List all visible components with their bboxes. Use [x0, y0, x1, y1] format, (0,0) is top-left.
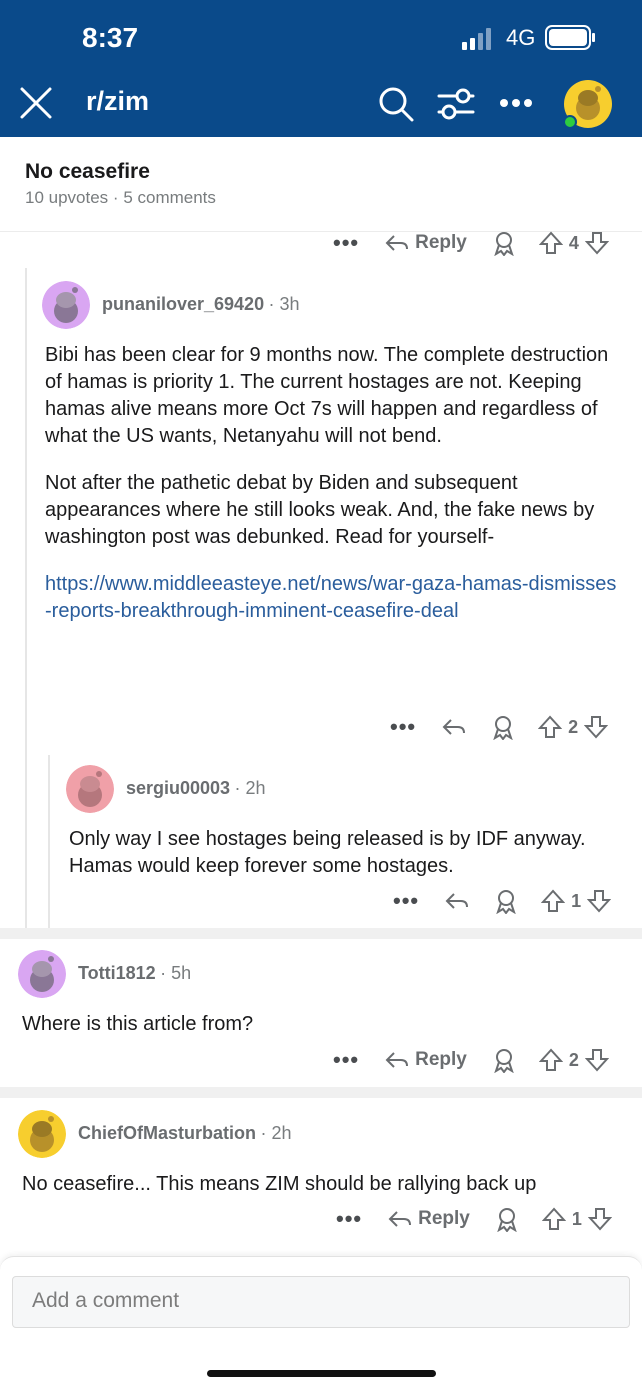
comment-age: 3h [279, 294, 300, 314]
more-icon[interactable] [499, 98, 533, 108]
subreddit-title[interactable]: r/zim [86, 86, 149, 117]
award-icon[interactable] [491, 230, 517, 256]
comment-age: 5h [171, 963, 192, 983]
comment-input-placeholder[interactable]: Add a comment [32, 1289, 179, 1313]
downvote-icon[interactable] [584, 231, 609, 255]
upvote-icon[interactable] [541, 889, 566, 913]
meta-separator: · [112, 188, 124, 207]
reply-icon [388, 1211, 412, 1227]
comment-age: 2h [245, 778, 266, 798]
vote-count: 4 [568, 232, 579, 253]
downvote-icon[interactable] [587, 1207, 612, 1231]
more-icon[interactable]: ••• [333, 230, 359, 256]
comment-actions: ••• Reply 1 [336, 1204, 612, 1234]
more-icon[interactable]: ••• [390, 714, 416, 740]
more-icon[interactable]: ••• [333, 1047, 359, 1073]
reply-label: Reply [415, 1049, 467, 1070]
comment-meta: Totti1812 · 5h [78, 963, 191, 984]
post-meta: 10 upvotes · 5 comments [25, 188, 216, 208]
comment-meta: punanilover_69420 · 3h [102, 294, 300, 315]
reply-button[interactable]: Reply [385, 232, 467, 254]
upvote-icon[interactable] [538, 1048, 563, 1072]
comment-actions: ••• 2 [390, 712, 609, 742]
avatar[interactable] [66, 765, 114, 813]
meta-separator: · [268, 294, 280, 314]
downvote-icon[interactable] [584, 715, 609, 739]
award-icon[interactable] [491, 1047, 517, 1073]
comment-actions: ••• 1 [393, 886, 612, 916]
vote-count: 1 [571, 1208, 582, 1229]
status-time: 8:37 [82, 22, 139, 53]
reply-icon [385, 235, 409, 251]
comment-paragraph: Not after the pathetic debat by Biden an… [45, 472, 595, 548]
username[interactable]: Totti1812 [78, 963, 156, 983]
meta-separator: · [260, 1123, 272, 1143]
username[interactable]: ChiefOfMasturbation [78, 1123, 256, 1143]
avatar[interactable] [18, 1110, 66, 1158]
more-icon[interactable]: ••• [393, 888, 419, 914]
post-title: No ceasefire [25, 160, 150, 183]
reply-label: Reply [415, 232, 467, 253]
reply-label: Reply [418, 1208, 470, 1229]
upvote-icon[interactable] [538, 231, 563, 255]
downvote-icon[interactable] [587, 889, 612, 913]
comment-body: Bibi has been clear for 9 months now. Th… [45, 342, 620, 625]
meta-separator: · [234, 778, 246, 798]
avatar[interactable] [42, 281, 90, 329]
award-icon[interactable] [494, 1206, 520, 1232]
upvote-icon[interactable] [538, 715, 563, 739]
comment-meta: ChiefOfMasturbation · 2h [78, 1123, 291, 1144]
comment-count: 5 comments [123, 188, 216, 207]
search-icon[interactable] [377, 85, 415, 123]
vote-count: 1 [571, 890, 582, 911]
avatar[interactable] [18, 950, 66, 998]
signal-icon [462, 28, 491, 50]
comment-body: No ceasefire... This means ZIM should be… [22, 1173, 537, 1195]
downvote-icon[interactable] [584, 1048, 609, 1072]
comment-body: Where is this article from? [22, 1013, 254, 1035]
upvote-icon[interactable] [541, 1207, 566, 1231]
home-indicator [207, 1370, 436, 1377]
comment-separator [0, 928, 642, 939]
post-header [0, 137, 642, 232]
comment-meta: sergiu00003 · 2h [126, 778, 266, 799]
user-avatar-icon[interactable] [562, 78, 614, 130]
comment-actions: ••• Reply 4 [333, 228, 609, 258]
network-type: 4G [506, 25, 536, 50]
article-link[interactable]: https://www.middleeasteye.net/news/war-g… [45, 571, 620, 625]
meta-separator: · [160, 963, 172, 983]
vote-count: 2 [568, 716, 579, 737]
comment-body: Only way I see hostages being released i… [69, 828, 586, 877]
thread-line [48, 755, 50, 928]
award-icon[interactable] [490, 714, 516, 740]
username[interactable]: sergiu00003 [126, 778, 230, 798]
reply-button[interactable]: Reply [388, 1208, 470, 1230]
comment-paragraph: Bibi has been clear for 9 months now. Th… [45, 344, 609, 447]
comment-actions: ••• Reply 2 [333, 1045, 609, 1075]
comment-separator [0, 1087, 642, 1098]
battery-icon [545, 25, 595, 50]
more-icon[interactable]: ••• [336, 1206, 362, 1232]
comment-age: 2h [271, 1123, 292, 1143]
reply-icon[interactable] [445, 891, 469, 911]
username[interactable]: punanilover_69420 [102, 294, 264, 314]
upvote-count: 10 upvotes [25, 188, 109, 207]
award-icon[interactable] [493, 888, 519, 914]
close-icon[interactable] [19, 86, 53, 120]
reply-icon [385, 1052, 409, 1068]
reply-button[interactable]: Reply [385, 1049, 467, 1071]
thread-line [25, 268, 27, 928]
reply-icon[interactable] [442, 717, 466, 737]
vote-count: 2 [568, 1049, 579, 1070]
filter-icon[interactable] [437, 87, 475, 121]
